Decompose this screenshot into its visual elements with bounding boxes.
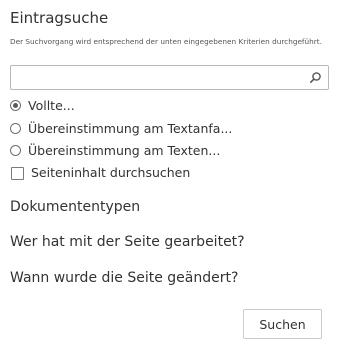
radio-button-text-end[interactable]: [10, 145, 21, 156]
search-field: [10, 65, 329, 90]
radio-button-fulltext[interactable]: [10, 100, 21, 111]
page-content-label: Seiteninhalt durchsuchen: [31, 165, 191, 180]
radio-label-text-start: Übereinstimmung am Textanfa...: [28, 121, 233, 136]
section-when-changed[interactable]: Wann wurde die Seite geändert?: [10, 270, 238, 286]
radio-label-fulltext: Vollte...: [28, 98, 75, 113]
search-input[interactable]: [11, 66, 301, 89]
panel-description: Der Suchvorgang wird entsprechend der un…: [10, 37, 322, 46]
panel-title: Eintragsuche: [10, 9, 109, 27]
entry-search-panel: Eintragsuche Der Suchvorgang wird entspr…: [0, 0, 337, 354]
section-who-worked[interactable]: Wer hat mit der Seite gearbeitet?: [10, 234, 245, 250]
search-icon[interactable]: [307, 69, 324, 86]
radio-button-text-start[interactable]: [10, 123, 21, 134]
page-content-checkbox[interactable]: [11, 167, 24, 180]
search-submit-button[interactable]: Suchen: [243, 309, 322, 339]
radio-label-text-end: Übereinstimmung am Texten...: [28, 143, 221, 158]
section-document-types[interactable]: Dokumententypen: [10, 199, 140, 215]
